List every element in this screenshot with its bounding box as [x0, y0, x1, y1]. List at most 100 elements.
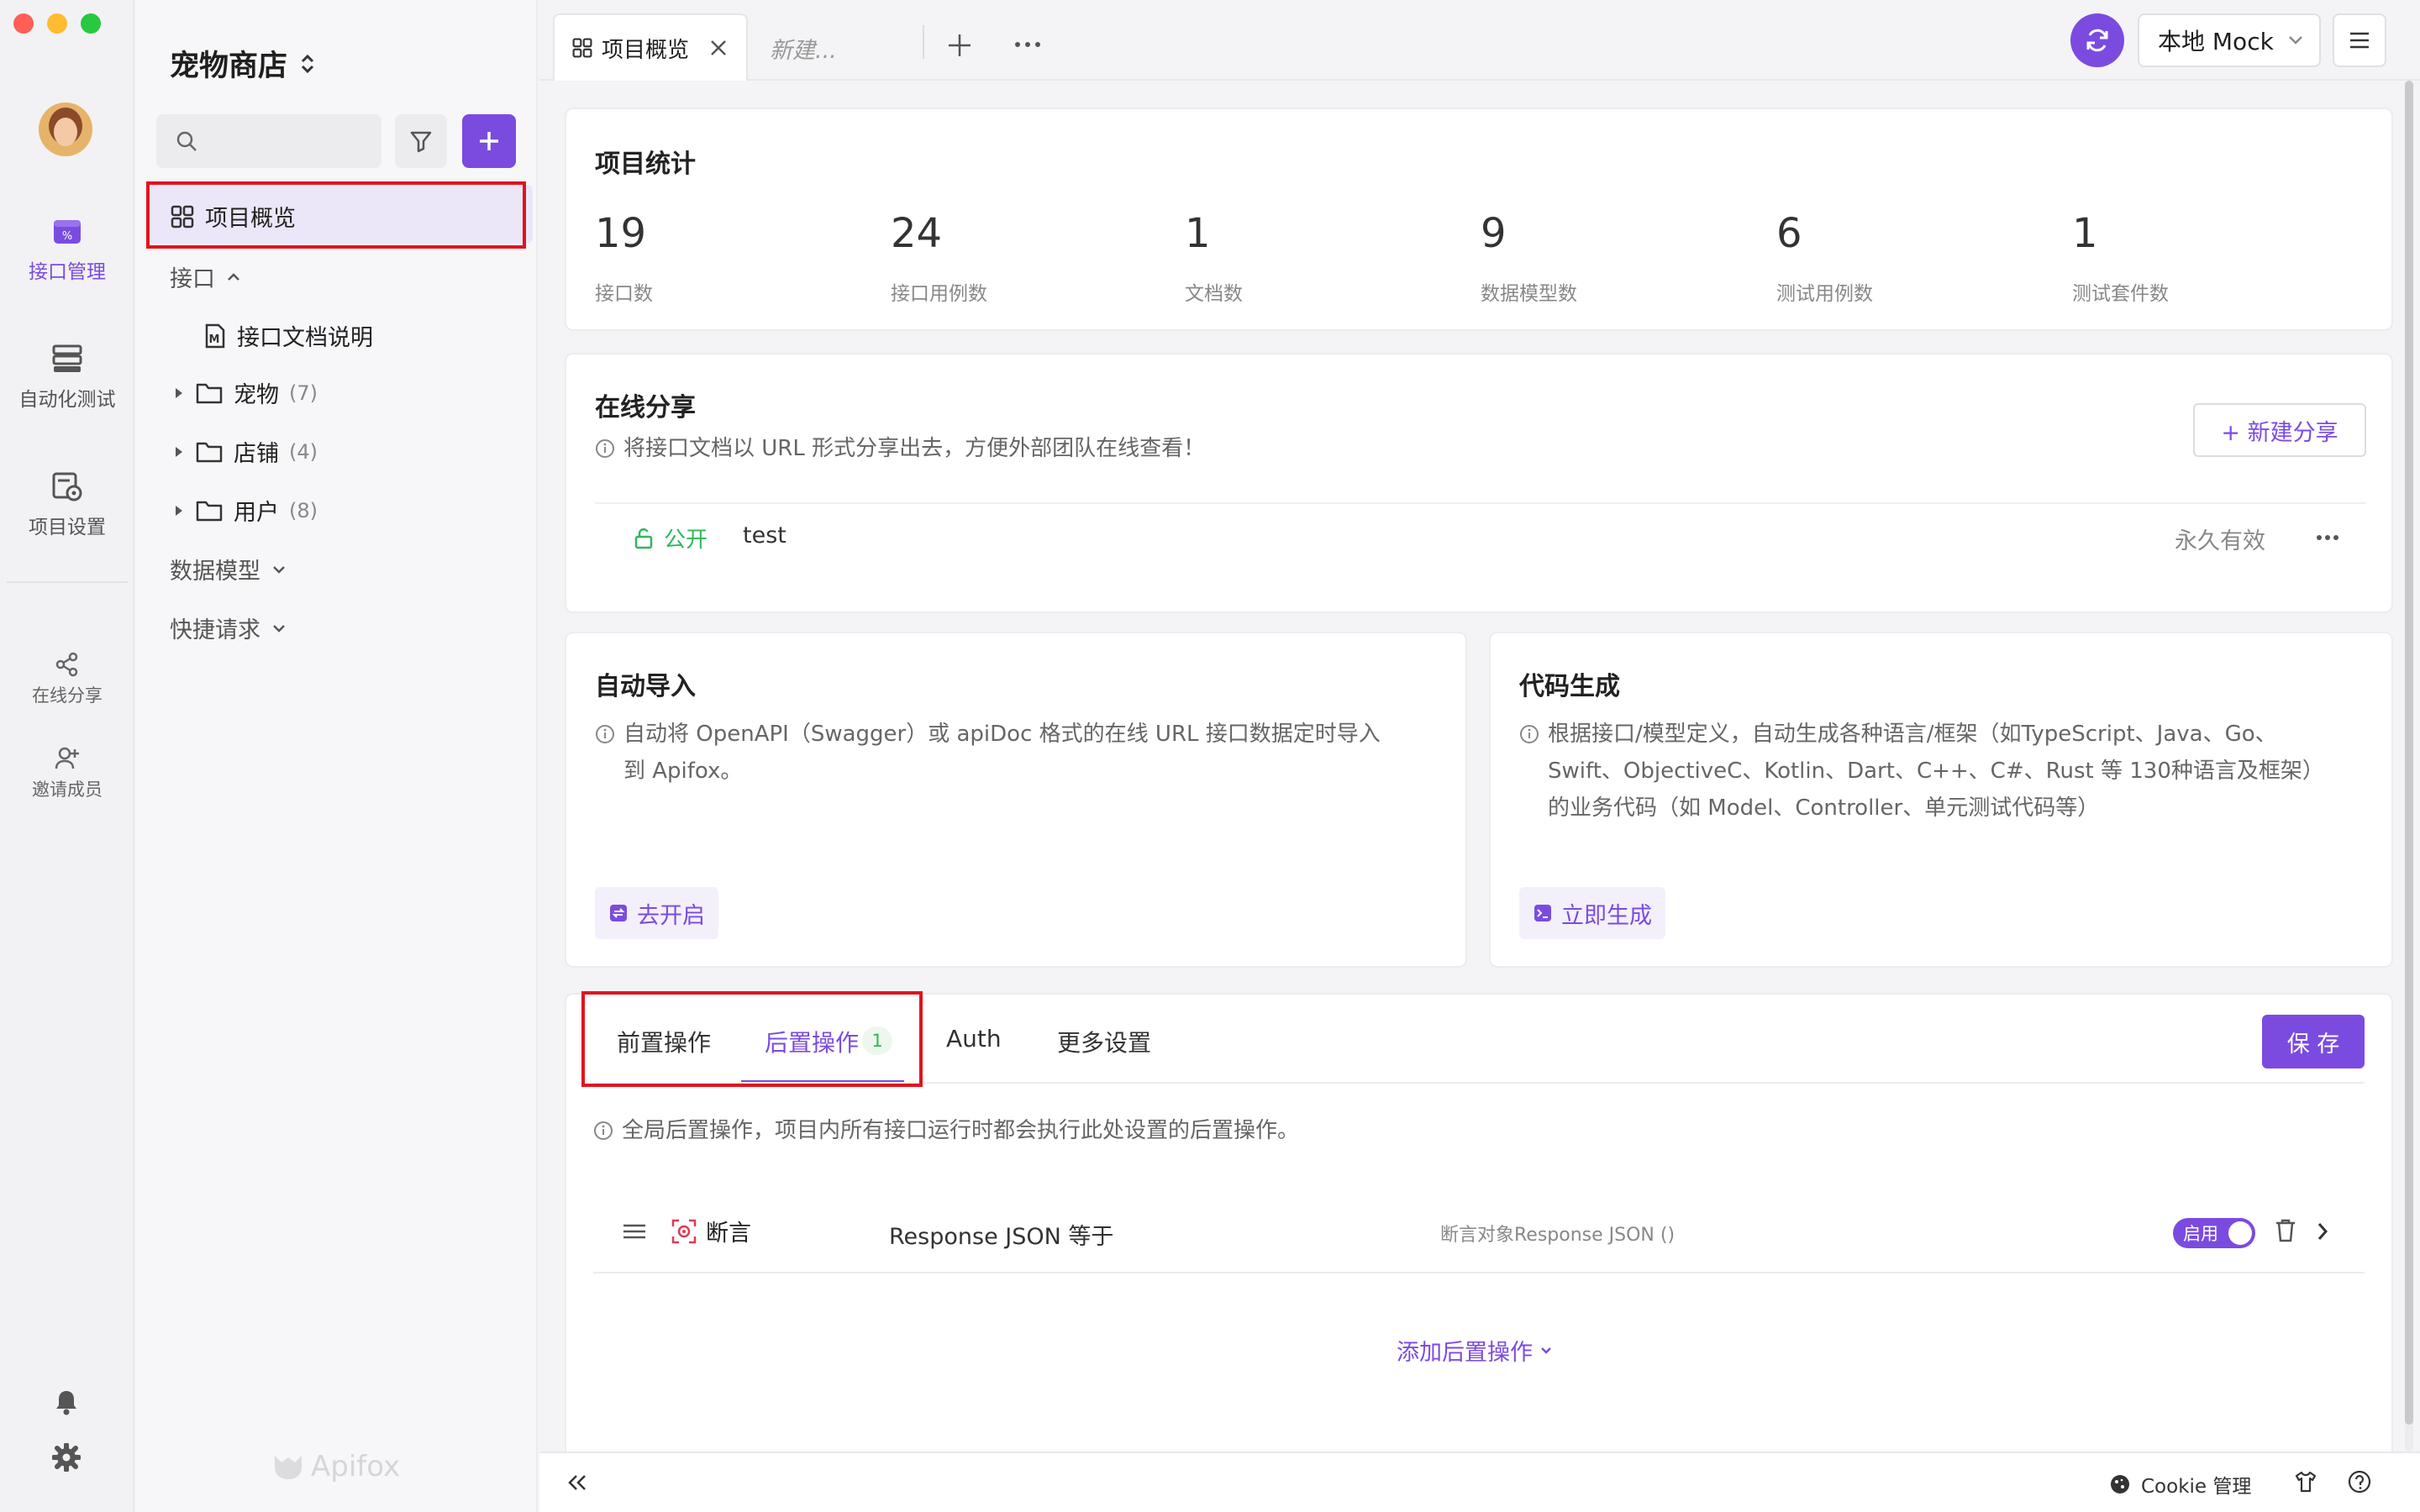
new-share-button[interactable]: + 新建分享 [2193, 403, 2366, 457]
stat-label: 接口用例数 [891, 283, 987, 305]
folder-count: (7) [289, 381, 318, 405]
search-icon [176, 131, 197, 151]
avatar[interactable] [39, 102, 92, 156]
assertion-description[interactable]: Response JSON 等于 [889, 1218, 1113, 1251]
svg-text:%: % [62, 230, 72, 243]
auto-import-title: 自动导入 [595, 672, 696, 701]
tree-folder-users[interactable]: 用户 (8) [173, 494, 318, 527]
search-input[interactable] [156, 114, 381, 168]
cookie-manager-button[interactable]: Cookie 管理 [2109, 1470, 2251, 1499]
filter-icon [410, 131, 432, 153]
stat-value: 24 [891, 210, 943, 257]
help-icon[interactable] [2348, 1470, 2371, 1494]
share-title: 在线分享 [595, 393, 696, 423]
share-icon [55, 652, 78, 677]
shirt-icon[interactable] [2294, 1470, 2317, 1494]
tree-item-api-doc[interactable]: M 接口文档说明 [203, 319, 373, 352]
codegen-info-line: 的业务代码（如 Model、Controller、单元测试代码等） [1548, 795, 2100, 821]
tab-project-overview[interactable]: 项目概览 [553, 13, 748, 81]
tree-section-api[interactable]: 接口 [170, 260, 242, 293]
stat-label: 接口数 [595, 283, 653, 305]
tree-section-data-models[interactable]: 数据模型 [170, 553, 287, 585]
close-window-button[interactable] [13, 13, 34, 34]
sync-button[interactable] [2070, 13, 2124, 67]
scrollbar-track[interactable] [2405, 81, 2413, 1452]
environment-select[interactable]: 本地 Mock [2138, 13, 2321, 67]
project-switcher[interactable]: 宠物商店 [170, 42, 316, 85]
more-icon[interactable] [1013, 40, 1042, 49]
tree-section-quick-request[interactable]: 快捷请求 [170, 612, 287, 644]
share-expiry: 永久有效 [2175, 528, 2265, 554]
highlight-box [581, 991, 923, 1087]
codegen-info-line: 根据接口/模型定义，自动生成各种语言/框架（如TypeScript、Java、G… [1548, 722, 2277, 747]
plus-icon [480, 132, 498, 150]
close-icon[interactable] [709, 39, 728, 57]
zoom-window-button[interactable] [81, 13, 101, 34]
tree-folder-shops[interactable]: 店铺 (4) [173, 435, 318, 468]
chevron-down-icon [2289, 36, 2302, 45]
chevron-down-icon [1541, 1347, 1551, 1354]
footer-bar: Cookie 管理 [539, 1452, 2420, 1512]
chevron-right-icon[interactable] [2316, 1221, 2329, 1242]
stat-label: 测试用例数 [1776, 283, 1873, 305]
minimize-window-button[interactable] [47, 13, 67, 34]
rail-item-invite-member[interactable]: 邀请成员 [0, 746, 134, 801]
rail-item-api-management[interactable]: % 接口管理 [0, 215, 134, 284]
share-info-text: 将接口文档以 URL 形式分享出去，方便外部团队在线查看！ [623, 436, 1206, 461]
tab-more-settings[interactable]: 更多设置 [1057, 1025, 1151, 1058]
caret-right-icon [176, 446, 182, 457]
visibility-label: 公开 [664, 528, 708, 553]
tree-section-label: 接口 [170, 266, 215, 292]
stat-value: 9 [1481, 210, 1507, 257]
rail-item-online-share[interactable]: 在线分享 [0, 652, 134, 707]
add-button[interactable] [462, 114, 516, 168]
stack-icon [52, 344, 82, 372]
stat-label: 数据模型数 [1481, 283, 1577, 305]
rail-item-automation[interactable]: 自动化测试 [0, 343, 134, 412]
apifox-logo-icon [275, 1456, 302, 1479]
enable-toggle[interactable]: 启用 [2173, 1218, 2255, 1248]
cookie-icon [2111, 1475, 2129, 1494]
trash-icon[interactable] [2274, 1218, 2297, 1243]
drag-handle-icon[interactable] [622, 1223, 647, 1240]
codegen-info: 根据接口/模型定义，自动生成各种语言/框架（如TypeScript、Java、G… [1519, 716, 2324, 827]
api-tree-panel: 宠物商店 项目概览 接口 M 接口文档说明 宠物 (7) 店铺 (4) 用户 (… [136, 0, 538, 1512]
rail-item-project-settings[interactable]: 项目设置 [0, 470, 134, 539]
rail-divider [7, 581, 128, 583]
project-name: 宠物商店 [170, 50, 288, 83]
scrollbar-thumb[interactable] [2405, 81, 2413, 1425]
info-icon [594, 1121, 613, 1140]
menu-button[interactable] [2333, 13, 2386, 67]
bell-icon[interactable] [52, 1388, 81, 1416]
terminal-icon [1534, 905, 1551, 921]
rail-label: 在线分享 [32, 685, 103, 706]
collapse-left-icon[interactable] [566, 1473, 588, 1492]
tree-folder-pets[interactable]: 宠物 (7) [173, 376, 318, 409]
gear-icon[interactable] [52, 1443, 81, 1472]
folder-icon [196, 383, 223, 403]
generate-code-button[interactable]: 立即生成 [1519, 887, 1665, 939]
more-icon[interactable] [2316, 534, 2339, 541]
unlock-icon [634, 528, 653, 549]
add-post-operation-button[interactable]: 添加后置操作 [1397, 1334, 1553, 1367]
plus-icon[interactable] [946, 32, 973, 59]
tab-new[interactable]: 新建... [770, 32, 837, 65]
left-rail: % 接口管理 自动化测试 项目设置 在线分享 邀请成员 [0, 0, 134, 1512]
share-name[interactable]: test [743, 522, 786, 549]
rail-label: 项目设置 [29, 517, 106, 538]
button-label: 去开启 [637, 902, 705, 929]
filter-button[interactable] [395, 114, 447, 168]
invite-icon [55, 747, 79, 769]
toggle-knob [2228, 1221, 2252, 1245]
enable-auto-import-button[interactable]: 去开启 [595, 887, 718, 939]
stats-title: 项目统计 [595, 150, 696, 179]
chevron-down-icon [273, 624, 285, 633]
save-button[interactable]: 保 存 [2262, 1015, 2365, 1068]
folder-count: (4) [289, 439, 318, 464]
tab-auth[interactable]: Auth [946, 1025, 1002, 1053]
assertion-target: 断言对象Response JSON () [1440, 1225, 1676, 1246]
environment-label: 本地 Mock [2158, 28, 2274, 55]
chevron-down-icon [273, 565, 285, 574]
caret-right-icon [176, 505, 182, 516]
auto-import-info-line: 到 Apifox。 [623, 759, 743, 784]
